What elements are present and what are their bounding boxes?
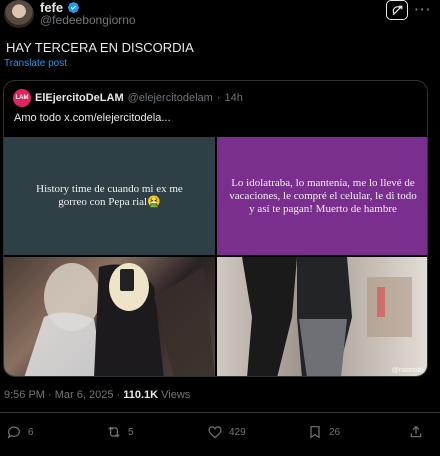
bookmark-button[interactable]: 26 <box>307 424 340 440</box>
couple-photo <box>242 257 412 376</box>
quote-timestamp[interactable]: 14h <box>224 92 242 104</box>
author-avatar[interactable] <box>4 0 34 28</box>
tweet-timestamp[interactable]: 9:56 PM · Mar 6, 2025 · <box>4 389 123 401</box>
like-count: 429 <box>229 426 246 438</box>
more-icon: ··· <box>414 1 432 17</box>
media-image-2[interactable]: Lo idolatraba, lo mantenía, me lo llevé … <box>217 137 427 255</box>
bookmark-icon <box>310 426 320 439</box>
views-label: Views <box>158 389 191 401</box>
views-count: 110.1K <box>123 389 159 401</box>
media-image-1[interactable]: History time de cuando mi ex me gorreo c… <box>4 137 215 255</box>
more-options-button[interactable]: ··· <box>414 1 432 17</box>
quote-text: Amo todo x.com/elejercitodela... <box>14 112 171 124</box>
bookmark-count: 26 <box>329 426 341 438</box>
like-button[interactable]: 429 <box>207 424 246 440</box>
translate-post-link[interactable]: Translate post <box>4 58 67 69</box>
quote-separator: · <box>216 92 221 104</box>
repost-icon <box>108 426 120 438</box>
media-image-4[interactable]: @nsorcial <box>217 257 427 376</box>
reply-button[interactable]: 6 <box>6 424 34 440</box>
media-caption-2: Lo idolatraba, lo mantenía, me lo llevé … <box>229 176 417 215</box>
reply-icon <box>7 426 20 439</box>
share-button[interactable] <box>408 424 424 440</box>
media-image-3[interactable] <box>4 257 215 376</box>
reply-count: 6 <box>28 426 34 438</box>
author-handle[interactable]: @fedeebongiorno <box>40 13 136 27</box>
tweet-meta: 9:56 PM · Mar 6, 2025 · 110.1K Views <box>4 389 190 401</box>
quote-author-handle[interactable]: @elejercitodelam <box>128 92 213 104</box>
quote-author-avatar[interactable]: LAM <box>13 89 31 107</box>
quoted-tweet-card[interactable]: LAM ElEjercitoDeLAM @elejercitodelam · 1… <box>3 80 428 377</box>
repost-count: 5 <box>128 426 134 438</box>
media-watermark: @nsorcial <box>391 367 423 374</box>
share-icon <box>410 425 422 438</box>
heart-icon <box>208 426 222 439</box>
mirror-selfie-photo <box>24 263 215 376</box>
quote-author-name[interactable]: ElEjercitoDeLAM <box>35 92 124 104</box>
media-caption-1: History time de cuando mi ex me gorreo c… <box>36 183 183 208</box>
tweet-text: HAY TERCERA EN DISCORDIA <box>6 40 194 55</box>
grok-button[interactable] <box>386 0 408 20</box>
meta-divider <box>0 412 440 413</box>
quote-media-grid: History time de cuando mi ex me gorreo c… <box>4 137 427 376</box>
grok-icon <box>392 5 402 15</box>
quote-author-row: ElEjercitoDeLAM @elejercitodelam · 14h <box>35 92 243 104</box>
repost-button[interactable]: 5 <box>106 424 134 440</box>
